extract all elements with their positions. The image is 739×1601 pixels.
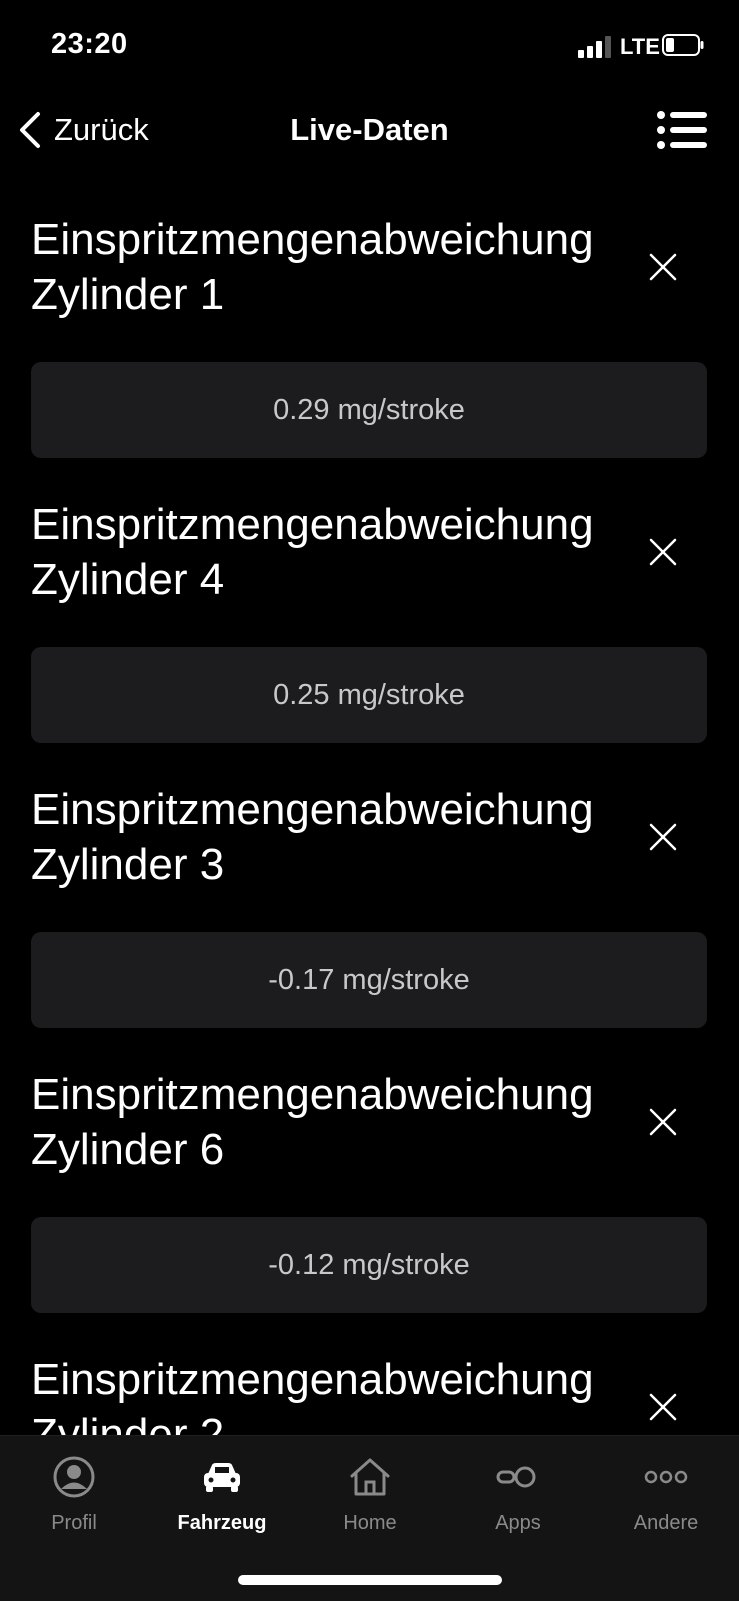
list-item: Einspritzmengenabweichung Zylinder 2 [0,1330,739,1435]
close-icon[interactable] [648,822,678,852]
list-item: Einspritzmengenabweichung Zylinder 4 0.2… [0,475,739,760]
item-value: -0.17 mg/stroke [268,963,470,996]
item-title: Einspritzmengenabweichung Zylinder 1 [31,215,594,319]
close-icon[interactable] [648,1107,678,1137]
signal-strength-icon [578,36,611,58]
tab-label: Fahrzeug [177,1512,267,1534]
item-title: Einspritzmengenabweichung Zylinder 3 [31,785,594,889]
value-box: 0.25 mg/stroke [31,647,707,743]
list-item: Einspritzmengenabweichung Zylinder 3 -0.… [0,760,739,1045]
list-menu-icon[interactable] [657,110,707,150]
item-title: Einspritzmengenabweichung Zylinder 4 [31,500,594,604]
item-value: 0.25 mg/stroke [273,678,465,711]
tab-label: Home [343,1512,397,1534]
tab-label: Apps [495,1512,541,1534]
item-title: Einspritzmengenabweichung Zylinder 6 [31,1070,594,1174]
tab-andere[interactable]: Andere [592,1456,739,1535]
home-icon [350,1458,390,1496]
item-value: 0.29 mg/stroke [273,393,465,426]
list-item: Einspritzmengenabweichung Zylinder 1 0.2… [0,190,739,475]
more-dots-icon [644,1470,688,1484]
value-box: -0.17 mg/stroke [31,932,707,1028]
close-icon[interactable] [648,252,678,282]
close-icon[interactable] [648,537,678,567]
item-title: Einspritzmengenabweichung Zylinder 2 [31,1355,594,1435]
status-time: 23:20 [51,28,128,60]
close-icon[interactable] [648,1392,678,1422]
live-data-list[interactable]: Einspritzmengenabweichung Zylinder 1 0.2… [0,190,739,1435]
profile-icon [53,1456,95,1498]
tab-home[interactable]: Home [296,1456,444,1535]
battery-icon [662,34,704,56]
tab-label: Andere [633,1512,699,1534]
tab-apps[interactable]: Apps [444,1456,592,1535]
tab-fahrzeug[interactable]: Fahrzeug [148,1456,296,1535]
car-icon [204,1463,240,1492]
apps-icon [496,1466,536,1488]
tab-profil[interactable]: Profil [0,1456,148,1535]
item-value: -0.12 mg/stroke [268,1248,470,1281]
value-box: 0.29 mg/stroke [31,362,707,458]
network-type: LTE [620,34,660,59]
value-box: -0.12 mg/stroke [31,1217,707,1313]
navigation-bar: Zurück Live-Daten [0,92,739,168]
status-bar: 23:20 LTE [0,0,739,92]
page-title: Live-Daten [290,112,449,147]
tab-label: Profil [51,1512,97,1534]
home-indicator[interactable] [238,1575,502,1585]
list-item: Einspritzmengenabweichung Zylinder 6 -0.… [0,1045,739,1330]
